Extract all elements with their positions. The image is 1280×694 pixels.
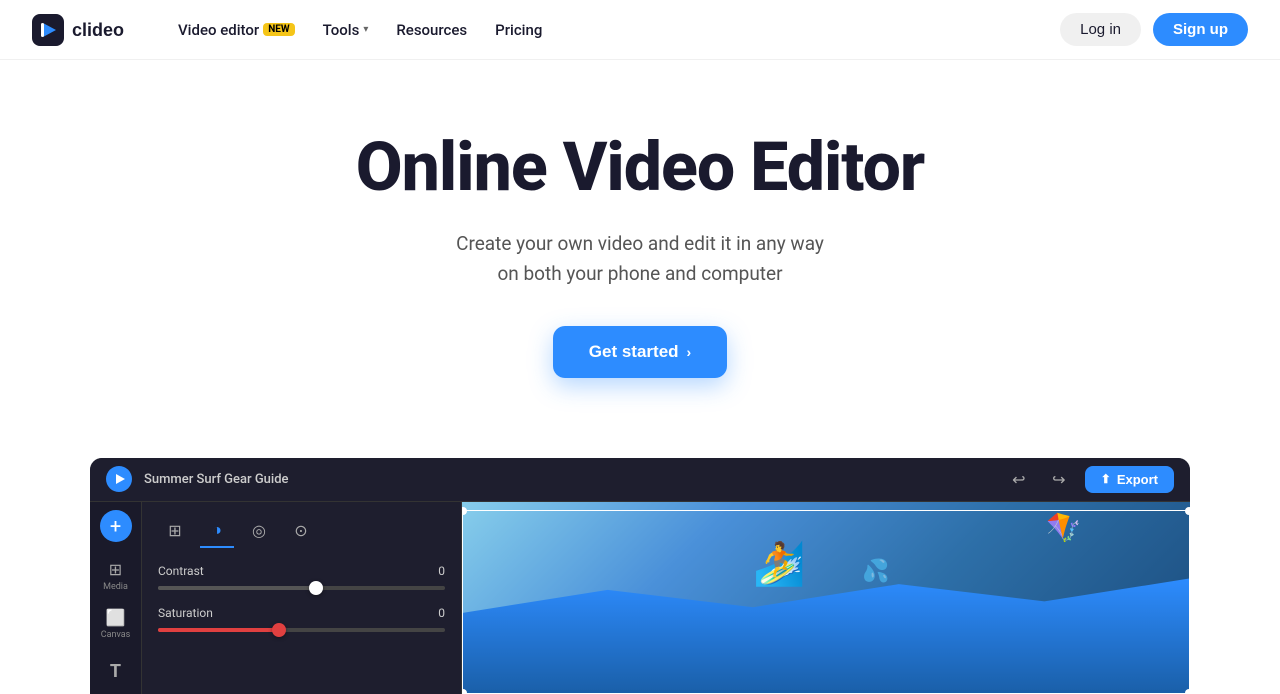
contrast-icon: ◑ xyxy=(212,520,222,540)
play-icon xyxy=(116,474,125,484)
kite-figure: 🪁 xyxy=(1046,511,1081,544)
contrast-value: 0 xyxy=(438,564,445,578)
canvas-icon: ⬜ xyxy=(106,608,126,627)
undo-button[interactable]: ↩ xyxy=(1005,465,1033,493)
grid-icon: ⊞ xyxy=(168,521,181,540)
editor-topbar: Summer Surf Gear Guide ↩ ↪ ⬆ Export xyxy=(90,458,1190,502)
nav-resources[interactable]: Resources xyxy=(384,15,479,45)
saturation-label: Saturation xyxy=(158,606,213,620)
contrast-slider-track[interactable] xyxy=(158,586,445,590)
hero-section: Online Video Editor Create your own vide… xyxy=(0,60,1280,418)
sidebar-item-media[interactable]: ⊞ Media xyxy=(94,554,138,598)
saturation-value: 0 xyxy=(438,606,445,620)
nav-actions: Log in Sign up xyxy=(1060,13,1248,46)
logo[interactable]: clideo xyxy=(32,14,134,46)
sidebar-item-text[interactable]: T xyxy=(106,657,125,686)
editor-preview: Summer Surf Gear Guide ↩ ↪ ⬆ Export + ⊞ … xyxy=(90,458,1190,694)
media-icon: ⊞ xyxy=(109,560,122,579)
panel-tab-audio[interactable]: ◎ xyxy=(242,514,276,548)
export-icon: ⬆ xyxy=(1101,472,1111,486)
panel-tabs: ⊞ ◑ ◎ ⊙ xyxy=(158,514,445,548)
editor-sidebar: + ⊞ Media ⬜ Canvas T xyxy=(90,502,142,694)
chevron-right-icon: › xyxy=(687,344,692,360)
navigation: clideo Video editor NEW Tools ▾ Resource… xyxy=(0,0,1280,60)
panel-tab-contrast[interactable]: ◑ xyxy=(200,514,234,548)
sidebar-item-canvas[interactable]: ⬜ Canvas xyxy=(94,602,138,646)
panel-tab-motion[interactable]: ⊙ xyxy=(284,514,318,548)
nav-links: Video editor NEW Tools ▾ Resources Prici… xyxy=(166,15,1060,45)
add-media-button[interactable]: + xyxy=(100,510,132,542)
wave-decoration xyxy=(462,578,1190,693)
surfer-figure: 🏄 xyxy=(753,540,805,589)
saturation-slider-thumb[interactable] xyxy=(272,623,286,637)
hero-title: Online Video Editor xyxy=(356,130,924,205)
contrast-slider-thumb[interactable] xyxy=(309,581,323,595)
audio-icon: ◎ xyxy=(252,521,266,540)
saturation-slider-header: Saturation 0 xyxy=(158,606,445,620)
saturation-slider-fill xyxy=(158,628,279,632)
redo-button[interactable]: ↪ xyxy=(1045,465,1073,493)
motion-icon: ⊙ xyxy=(294,521,307,540)
saturation-slider-track[interactable] xyxy=(158,628,445,632)
contrast-slider-header: Contrast 0 xyxy=(158,564,445,578)
svg-text:clideo: clideo xyxy=(72,20,124,40)
editor-canvas: 🏄 🪁 💦 xyxy=(462,502,1190,694)
saturation-slider-row: Saturation 0 xyxy=(158,606,445,632)
splash-figure: 💦 xyxy=(862,559,889,584)
hero-subtitle: Create your own video and edit it in any… xyxy=(456,229,824,290)
get-started-button[interactable]: Get started › xyxy=(553,326,727,378)
editor-topbar-right: ↩ ↪ ⬆ Export xyxy=(1005,465,1174,493)
nav-video-editor[interactable]: Video editor NEW xyxy=(166,15,307,45)
export-button[interactable]: ⬆ Export xyxy=(1085,466,1174,493)
login-button[interactable]: Log in xyxy=(1060,13,1141,46)
editor-panel: ⊞ ◑ ◎ ⊙ Contrast 0 xyxy=(142,502,462,694)
editor-play-button[interactable] xyxy=(106,466,132,492)
nav-tools[interactable]: Tools ▾ xyxy=(311,15,381,45)
chevron-down-icon: ▾ xyxy=(363,24,368,35)
editor-body: + ⊞ Media ⬜ Canvas T ⊞ ◑ xyxy=(90,502,1190,694)
editor-topbar-left: Summer Surf Gear Guide xyxy=(106,466,289,492)
nav-pricing[interactable]: Pricing xyxy=(483,15,554,45)
canvas-video-frame: 🏄 🪁 💦 xyxy=(462,502,1190,694)
contrast-slider-row: Contrast 0 xyxy=(158,564,445,590)
text-icon: T xyxy=(110,661,121,682)
contrast-label: Contrast xyxy=(158,564,204,578)
panel-tab-grid[interactable]: ⊞ xyxy=(158,514,192,548)
signup-button[interactable]: Sign up xyxy=(1153,13,1248,46)
editor-filename: Summer Surf Gear Guide xyxy=(144,472,289,487)
contrast-slider-fill xyxy=(158,586,316,590)
